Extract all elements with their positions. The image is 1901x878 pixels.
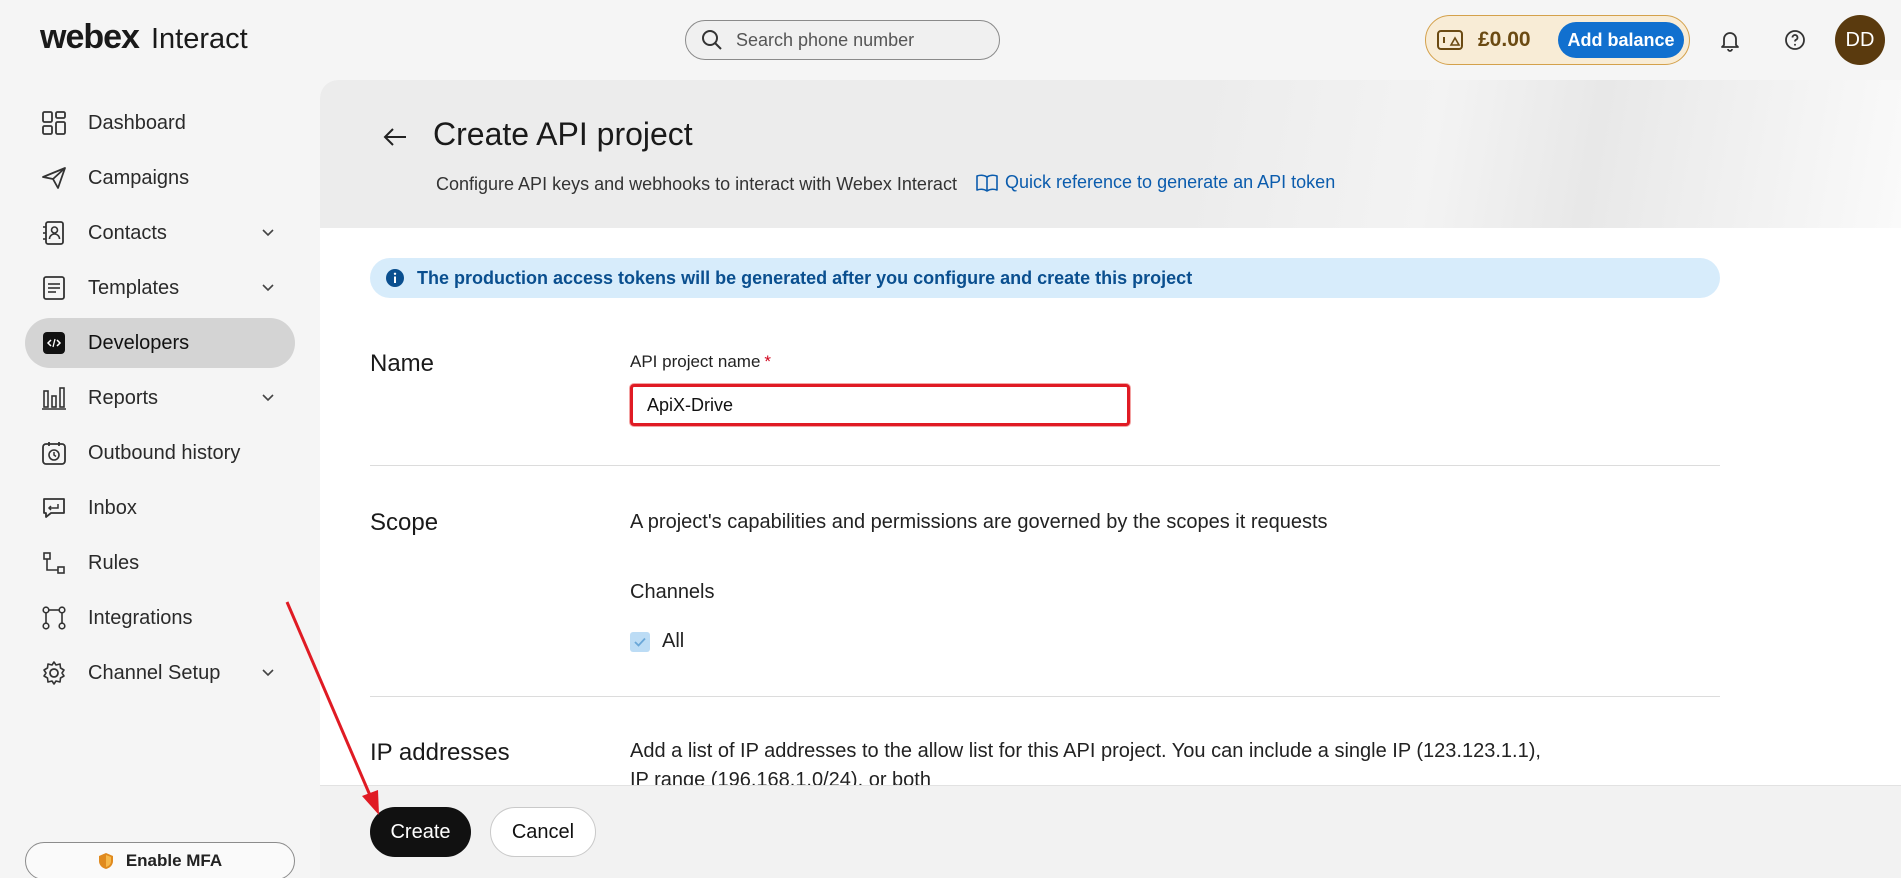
required-mark: *	[764, 352, 772, 371]
rules-icon	[40, 549, 68, 577]
balance-pill: £0.00 Add balance	[1425, 15, 1690, 65]
back-arrow-icon[interactable]	[380, 122, 410, 152]
search-box[interactable]	[685, 20, 1000, 60]
sidebar-item-campaigns[interactable]: Campaigns	[25, 153, 295, 203]
chevron-down-icon	[262, 284, 274, 292]
logo-product: Interact	[150, 23, 248, 55]
all-channels-label: All	[662, 630, 685, 652]
contacts-icon	[40, 219, 68, 247]
sidebar-item-label: Contacts	[88, 221, 167, 244]
api-project-name-input[interactable]	[630, 384, 1130, 426]
checkmark-icon	[634, 637, 646, 647]
chevron-down-icon	[262, 669, 274, 677]
sidebar-item-label: Outbound history	[88, 441, 241, 464]
sidebar-item-inbox[interactable]: Inbox	[25, 483, 295, 533]
channels-label: Channels	[630, 581, 715, 603]
quick-reference-link[interactable]: Quick reference to generate an API token	[975, 172, 1335, 193]
dashboard-icon	[40, 109, 68, 137]
balance-amount: £0.00	[1478, 28, 1531, 51]
sidebar-item-label: Channel Setup	[88, 661, 221, 684]
history-icon	[40, 439, 68, 467]
sidebar-item-label: Integrations	[88, 606, 193, 629]
code-icon	[40, 329, 68, 357]
search-icon	[702, 30, 722, 50]
sidebar-item-label: Dashboard	[88, 111, 186, 134]
paper-plane-icon	[40, 164, 68, 192]
page-subtitle: Configure API keys and webhooks to inter…	[436, 174, 957, 194]
help-icon[interactable]	[1780, 25, 1810, 55]
scope-description: A project's capabilities and permissions…	[630, 511, 1328, 533]
main-content: Create API project Configure API keys an…	[320, 80, 1901, 878]
chevron-down-icon	[262, 394, 274, 402]
enable-mfa-button[interactable]: Enable MFA	[25, 842, 295, 878]
sidebar-item-label: Templates	[88, 276, 180, 299]
top-bar: webex Interact £0.00 Add balance DD	[0, 0, 1901, 80]
sidebar: Dashboard Campaigns Contacts Templates D…	[0, 80, 320, 878]
bell-icon[interactable]	[1715, 25, 1745, 55]
sidebar-item-outbound-history[interactable]: Outbound history	[25, 428, 295, 478]
section-divider	[370, 465, 1720, 466]
cancel-button[interactable]: Cancel	[490, 807, 596, 857]
integrations-icon	[40, 604, 68, 632]
sidebar-item-dashboard[interactable]: Dashboard	[25, 98, 295, 148]
wallet-icon	[1437, 30, 1463, 50]
ip-section-title: IP addresses	[370, 739, 510, 766]
sidebar-item-channel-setup[interactable]: Channel Setup	[25, 648, 295, 698]
info-icon	[386, 269, 404, 287]
scope-section-title: Scope	[370, 509, 439, 536]
sidebar-item-reports[interactable]: Reports	[25, 373, 295, 423]
quick-reference-label: Quick reference to generate an API token	[1005, 172, 1336, 192]
avatar[interactable]: DD	[1835, 15, 1885, 65]
templates-icon	[40, 274, 68, 302]
logo[interactable]: webex Interact	[40, 18, 248, 57]
add-balance-button[interactable]: Add balance	[1558, 22, 1684, 58]
gear-icon	[40, 659, 68, 687]
shield-icon	[98, 853, 113, 869]
create-button[interactable]: Create	[370, 807, 471, 857]
action-bar: Create Cancel	[320, 785, 1901, 878]
sidebar-item-label: Reports	[88, 386, 159, 409]
sidebar-item-contacts[interactable]: Contacts	[25, 208, 295, 258]
info-banner: The production access tokens will be gen…	[370, 258, 1720, 298]
bar-chart-icon	[40, 384, 68, 412]
info-banner-text: The production access tokens will be gen…	[417, 267, 1193, 288]
search-input[interactable]	[736, 29, 976, 51]
name-section-title: Name	[370, 350, 435, 377]
all-channels-checkbox[interactable]	[630, 631, 650, 652]
enable-mfa-label: Enable MFA	[125, 851, 223, 870]
sidebar-item-label: Developers	[88, 331, 190, 354]
page-title: Create API project	[433, 116, 693, 152]
page-header: Create API project Configure API keys an…	[320, 80, 1901, 228]
book-icon	[976, 174, 998, 192]
chevron-down-icon	[262, 229, 274, 237]
sidebar-item-developers[interactable]: Developers	[25, 318, 295, 368]
sidebar-item-label: Campaigns	[88, 166, 190, 189]
sidebar-item-integrations[interactable]: Integrations	[25, 593, 295, 643]
sidebar-item-label: Inbox	[88, 496, 137, 519]
api-project-name-label: API project name *	[630, 352, 771, 372]
field-label-text: API project name	[630, 352, 761, 371]
sidebar-item-templates[interactable]: Templates	[25, 263, 295, 313]
logo-brand: webex	[40, 18, 140, 56]
inbox-icon	[40, 494, 68, 522]
sidebar-item-rules[interactable]: Rules	[25, 538, 295, 588]
sidebar-item-label: Rules	[88, 551, 140, 574]
section-divider	[370, 696, 1720, 697]
all-channels-checkbox-row[interactable]: All	[630, 630, 684, 653]
